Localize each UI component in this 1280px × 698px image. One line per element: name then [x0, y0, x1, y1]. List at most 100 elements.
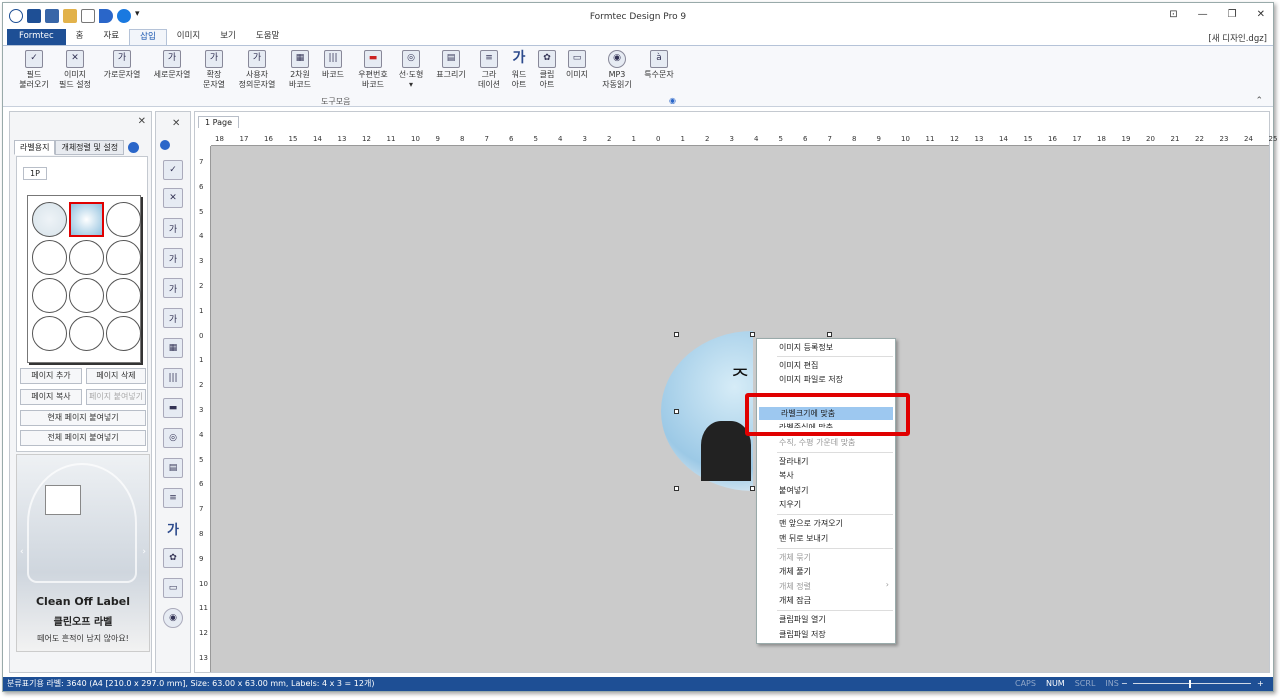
custom-text-button[interactable]: 가 사용자 정의문자열 — [235, 50, 279, 89]
mp3-button[interactable]: ◉ MP3 자동읽기 — [597, 50, 637, 89]
label-cell[interactable] — [106, 240, 141, 275]
image-icon[interactable]: ▭ — [163, 578, 183, 598]
menu-item-open-clip[interactable]: 클립파일 열기 — [757, 613, 895, 626]
menu-item-delete[interactable]: 지우기 — [757, 498, 895, 511]
label-cell[interactable] — [69, 316, 104, 351]
toolbar-nav-icon[interactable] — [160, 140, 170, 150]
extended-text-icon[interactable]: 가 — [163, 278, 183, 298]
menu-item-center-align[interactable]: 수직, 수평 가운데 맞춤 — [757, 436, 895, 449]
zoom-out-button[interactable]: − — [1121, 677, 1128, 691]
resize-handle[interactable] — [674, 486, 679, 491]
qr-code-button[interactable]: ▦ 2차원 바코드 — [285, 50, 315, 89]
field-load-button[interactable]: ✓ 필드 불러오기 — [15, 50, 53, 89]
word-art-button[interactable]: 가 워드 아트 — [507, 50, 531, 89]
resize-handle[interactable] — [827, 332, 832, 337]
menu-item-image-properties[interactable]: 이미지 등록정보 — [757, 341, 895, 354]
tab-page-1[interactable]: 1 Page — [198, 116, 239, 128]
menu-item-cut[interactable]: 잘라내기 — [757, 455, 895, 468]
resize-handle[interactable] — [750, 486, 755, 491]
extended-text-button[interactable]: 가 확장 문자열 — [199, 50, 229, 89]
menu-item-send-to-back[interactable]: 맨 뒤로 보내기 — [757, 532, 895, 545]
clip-art-icon[interactable]: ✿ — [163, 548, 183, 568]
special-char-button[interactable]: à 특수문자 — [641, 50, 677, 80]
zoom-slider-thumb[interactable] — [1189, 680, 1191, 688]
barcode-icon[interactable]: ||| — [163, 368, 183, 388]
close-icon[interactable]: ✕ — [172, 118, 180, 129]
custom-text-icon[interactable]: 가 — [163, 308, 183, 328]
table-icon[interactable]: ▤ — [163, 458, 183, 478]
menu-item-lock[interactable]: 개체 잠금 — [757, 594, 895, 607]
collapse-ribbon-icon[interactable]: ⌃ — [1255, 96, 1263, 106]
zoom-slider[interactable] — [1133, 683, 1251, 684]
ad-banner[interactable]: ‹ › Clean Off Label 클린오프 라벨 떼어도 흔적이 남지 않… — [16, 454, 150, 652]
menu-item-copy[interactable]: 복사 — [757, 469, 895, 482]
zoom-in-button[interactable]: + — [1257, 677, 1264, 691]
panel-nav-icon[interactable] — [128, 142, 140, 153]
label-cell[interactable] — [32, 240, 67, 275]
tab-home[interactable]: 홈 — [66, 29, 94, 45]
add-page-button[interactable]: 페이지 추가 — [20, 368, 82, 384]
carousel-next-icon[interactable]: › — [142, 547, 146, 557]
delete-page-button[interactable]: 페이지 삭제 — [86, 368, 146, 384]
tab-help[interactable]: 도움말 — [246, 29, 289, 45]
label-cell[interactable] — [106, 316, 141, 351]
carousel-prev-icon[interactable]: ‹ — [20, 547, 24, 557]
qr-code-icon[interactable]: ▦ — [163, 338, 183, 358]
menu-item-align[interactable]: 개체 정렬 — [757, 580, 895, 593]
label-cell[interactable] — [32, 278, 67, 313]
paste-page-button[interactable]: 페이지 붙여넣기 — [86, 389, 146, 405]
label-cell[interactable] — [106, 202, 141, 237]
close-button[interactable]: ✕ — [1257, 9, 1265, 20]
menu-item-edit-image[interactable]: 이미지 편집 — [757, 359, 895, 372]
tab-object-settings[interactable]: 개체정렬 및 설정 — [55, 140, 125, 155]
tab-image[interactable]: 이미지 — [167, 29, 210, 45]
tab-data[interactable]: 자료 — [93, 29, 129, 45]
tab-view[interactable]: 보기 — [210, 29, 246, 45]
tab-label-paper[interactable]: 라벨용지 — [14, 140, 56, 155]
word-art-icon[interactable]: 가 — [163, 518, 183, 538]
minimize-button[interactable]: — — [1198, 9, 1208, 20]
resize-handle[interactable] — [674, 332, 679, 337]
label-cell-selected[interactable] — [69, 202, 104, 237]
horizontal-text-button[interactable]: 가 가로문자열 — [99, 50, 145, 80]
label-cell[interactable] — [32, 202, 67, 237]
postal-barcode-icon[interactable]: ▬ — [163, 398, 183, 418]
paste-current-page-button[interactable]: 현재 페이지 붙여넣기 — [20, 410, 146, 426]
image-button[interactable]: ▭ 이미지 — [563, 50, 591, 80]
vertical-text-button[interactable]: 가 세로문자열 — [149, 50, 195, 80]
table-button[interactable]: ▤ 표그리기 — [433, 50, 469, 80]
shape-button[interactable]: ◎ 선·도형 ▾ — [395, 50, 427, 89]
clip-art-button[interactable]: ✿ 클립 아트 — [535, 50, 559, 89]
mp3-icon[interactable]: ◉ — [163, 608, 183, 628]
paste-all-pages-button[interactable]: 전체 페이지 붙여넣기 — [20, 430, 146, 446]
restore-button[interactable]: ❐ — [1228, 9, 1237, 20]
gradation-button[interactable]: ≡ 그라 데이션 — [475, 50, 503, 89]
help-icon[interactable]: ⊡ — [1169, 9, 1177, 20]
postal-barcode-button[interactable]: ▬ 우편번호 바코드 — [353, 50, 393, 89]
shape-icon[interactable]: ◎ — [163, 428, 183, 448]
gradation-icon[interactable]: ≡ — [163, 488, 183, 508]
menu-item-save-image-file[interactable]: 이미지 파일로 저장 — [757, 373, 895, 386]
close-icon[interactable]: ✕ — [138, 116, 146, 127]
label-cell[interactable] — [69, 240, 104, 275]
resize-handle[interactable] — [750, 332, 755, 337]
label-cell[interactable] — [106, 278, 141, 313]
field-load-icon[interactable]: ✓ — [163, 160, 183, 180]
image-field-icon[interactable]: ✕ — [163, 188, 183, 208]
barcode-button[interactable]: ||| 바코드 — [319, 50, 347, 80]
resize-handle[interactable] — [674, 409, 679, 414]
copy-page-button[interactable]: 페이지 복사 — [20, 389, 82, 405]
vertical-text-icon[interactable]: 가 — [163, 248, 183, 268]
menu-item-paste[interactable]: 붙여넣기 — [757, 484, 895, 497]
menu-item-group[interactable]: 개체 묶기 — [757, 551, 895, 564]
ribbon-group-expand-icon[interactable]: ◉ — [669, 96, 676, 105]
image-field-button[interactable]: ✕ 이미지 필드 설정 — [55, 50, 95, 89]
tab-formtec[interactable]: Formtec — [7, 29, 66, 45]
menu-item-bring-to-front[interactable]: 맨 앞으로 가져오기 — [757, 517, 895, 530]
page-tab-1p[interactable]: 1P — [23, 167, 47, 180]
label-cell[interactable] — [69, 278, 104, 313]
menu-item-save-clip[interactable]: 클립파일 저장 — [757, 628, 895, 641]
menu-item-ungroup[interactable]: 개체 풀기 — [757, 565, 895, 578]
label-cell[interactable] — [32, 316, 67, 351]
horizontal-text-icon[interactable]: 가 — [163, 218, 183, 238]
